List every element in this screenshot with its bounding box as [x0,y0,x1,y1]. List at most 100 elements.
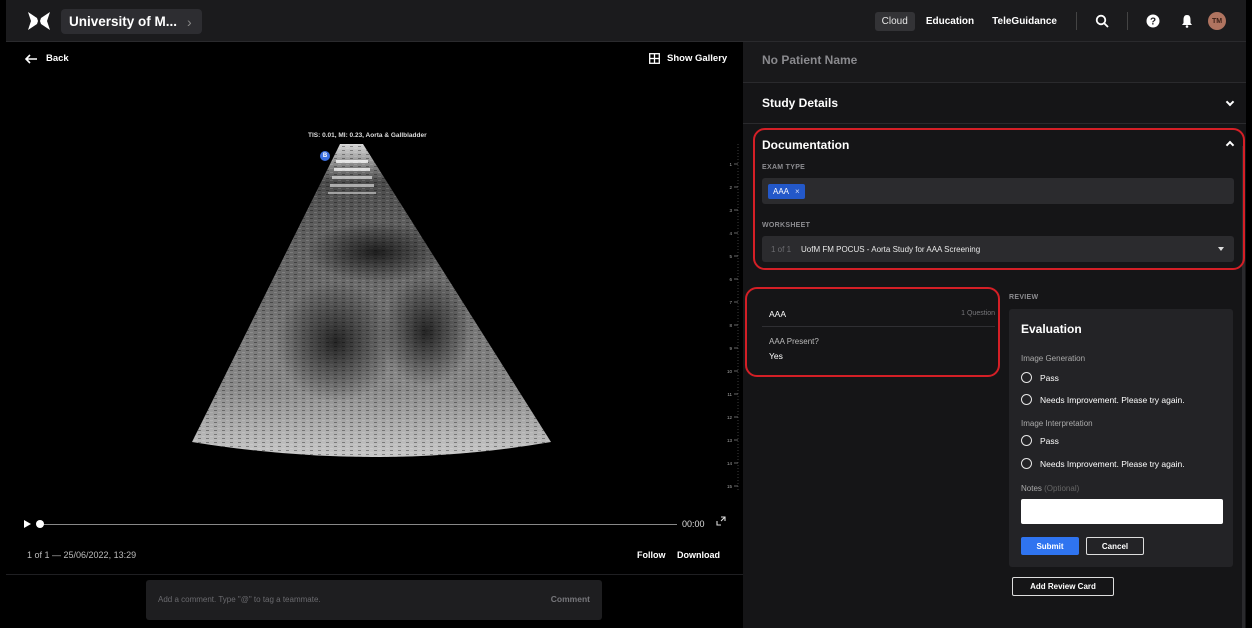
bell-icon[interactable] [1175,9,1199,33]
depth-tick-label: 3 [729,208,732,213]
image-generation-pass-option[interactable]: Pass [1021,372,1059,383]
review-label: REVIEW [1009,294,1039,301]
question-card[interactable]: AAA 1 Question AAA Present? Yes [762,298,995,374]
top-nav-bar: University of M... › Cloud Education Tel… [6,0,1246,42]
organization-name: University of M... [69,14,178,29]
nav-cloud[interactable]: Cloud [874,11,915,31]
depth-tick-label: 14 [727,461,733,466]
depth-scale: 123456789101112131415 [727,144,739,492]
depth-tick-label: 7 [729,300,732,305]
comment-bar: Add a comment. Type "@" to tag a teammat… [146,580,602,620]
question-card-name: AAA [769,309,787,319]
exam-type-chip-label: AAA [773,187,790,196]
divider [762,326,995,327]
caret-down-icon [1218,247,1224,251]
image-generation-label: Image Generation [1021,354,1086,363]
depth-tick-label: 6 [729,277,732,282]
butterfly-logo-icon[interactable] [27,11,51,31]
worksheet-count: 1 of 1 [771,245,792,254]
patient-name: No Patient Name [762,53,858,67]
avatar[interactable]: TM [1208,12,1226,30]
answer-text: Yes [769,351,783,361]
radio-button[interactable] [1021,458,1032,469]
worksheet-label: WORKSHEET [762,222,811,229]
depth-tick-label: 11 [727,392,732,397]
image-interpretation-pass-option[interactable]: Pass [1021,435,1059,446]
help-icon[interactable]: ? [1141,9,1165,33]
study-details-section[interactable]: Study Details [743,83,1246,124]
comment-button[interactable]: Comment [551,594,590,604]
divider [6,574,743,575]
nav-education[interactable]: Education [919,12,981,31]
evaluation-title: Evaluation [1021,322,1082,336]
nav-right: Cloud Education TeleGuidance ? TM [874,0,1246,42]
worksheet-select[interactable]: 1 of 1 UofM FM POCUS - Aorta Study for A… [762,236,1234,262]
depth-tick-label: 1 [729,162,732,167]
comment-input[interactable]: Add a comment. Type "@" to tag a teammat… [158,595,321,604]
depth-tick-label: 15 [727,484,733,489]
remove-chip-icon[interactable]: × [795,187,800,196]
image-interpretation-label: Image Interpretation [1021,419,1093,428]
depth-tick-label: 10 [727,369,733,374]
patient-header: No Patient Name [743,42,1246,82]
b-mode-badge: B [320,151,330,161]
worksheet-name: UofM FM POCUS - Aorta Study for AAA Scre… [801,245,981,254]
svg-text:?: ? [1150,17,1156,28]
playback-time: 00:00 [682,519,705,529]
nav-divider [1076,12,1077,30]
depth-tick-label: 5 [729,254,732,259]
nav-teleguidance[interactable]: TeleGuidance [985,12,1064,31]
chevron-up-icon[interactable] [1225,140,1235,150]
submit-button[interactable]: Submit [1021,537,1079,555]
chevron-right-icon: › [187,13,192,30]
depth-tick-label: 9 [729,346,732,351]
chevron-down-icon[interactable] [1225,97,1235,107]
depth-tick-label: 12 [727,415,733,420]
nav-divider [1127,12,1128,30]
download-button[interactable]: Download [677,550,720,560]
exam-type-field[interactable]: AAA × [762,178,1234,204]
image-viewer: Back Show Gallery TIS: 0.01, MI: 0.23, A… [6,42,743,628]
fullscreen-icon[interactable] [716,516,726,526]
depth-tick-label: 8 [729,323,732,328]
radio-button[interactable] [1021,435,1032,446]
depth-tick-label: 13 [727,438,733,443]
needs-improvement-label: Needs Improvement. Please try again. [1040,394,1185,405]
needs-improvement-label: Needs Improvement. Please try again. [1040,458,1185,469]
notes-label: Notes (Optional) [1021,484,1079,493]
notes-label-text: Notes [1021,484,1042,493]
study-details-title: Study Details [762,96,839,110]
depth-tick-label: 2 [729,185,732,190]
exam-type-label: EXAM TYPE [762,164,806,171]
organization-switcher[interactable]: University of M... › [61,9,202,34]
playback-knob[interactable] [36,520,44,528]
evaluation-card: Evaluation Image Generation Pass Needs I… [1009,309,1233,567]
clip-meta: 1 of 1 — 25/06/2022, 13:29 Follow Downlo… [27,550,722,564]
depth-tick-label: 4 [729,231,732,236]
add-review-card-button[interactable]: Add Review Card [1012,577,1114,596]
scrollbar[interactable] [1242,146,1245,628]
question-card-header: AAA 1 Question [762,308,995,322]
pass-label: Pass [1040,372,1059,383]
app-frame: University of M... › Cloud Education Tel… [6,0,1246,628]
documentation-title: Documentation [762,138,850,152]
ultrasound-image [192,144,551,457]
image-interpretation-needs-improvement-option[interactable]: Needs Improvement. Please try again. [1021,458,1185,469]
image-generation-needs-improvement-option[interactable]: Needs Improvement. Please try again. [1021,394,1185,405]
notes-input[interactable] [1021,499,1223,524]
play-icon[interactable] [24,520,31,528]
radio-button[interactable] [1021,394,1032,405]
follow-button[interactable]: Follow [637,550,666,560]
question-text: AAA Present? [769,337,819,346]
pass-label: Pass [1040,435,1059,446]
scan-parameters-label: TIS: 0.01, MI: 0.23, Aorta & Gallbladder [308,132,427,139]
notes-optional: (Optional) [1044,484,1080,493]
radio-button[interactable] [1021,372,1032,383]
exam-type-chip: AAA × [768,184,805,199]
question-count: 1 Question [961,310,995,317]
playback-controls: 00:00 [22,516,732,534]
search-icon[interactable] [1090,9,1114,33]
clip-date: 1 of 1 — 25/06/2022, 13:29 [27,550,137,560]
cancel-button[interactable]: Cancel [1086,537,1144,555]
playback-track[interactable] [40,524,677,525]
